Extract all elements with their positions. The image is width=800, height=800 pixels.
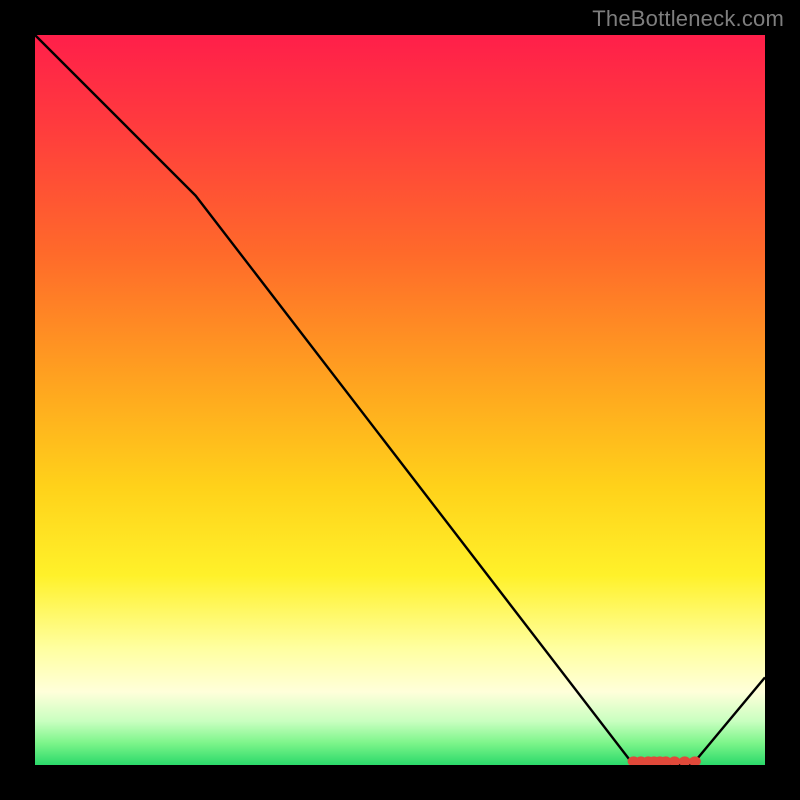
chart-frame: TheBottleneck.com xyxy=(0,0,800,800)
watermark-label: TheBottleneck.com xyxy=(592,6,784,32)
curve-line xyxy=(35,35,765,765)
marker-dot xyxy=(679,756,691,765)
marker-group xyxy=(628,756,701,765)
chart-overlay xyxy=(35,35,765,765)
marker-dot xyxy=(669,756,681,765)
